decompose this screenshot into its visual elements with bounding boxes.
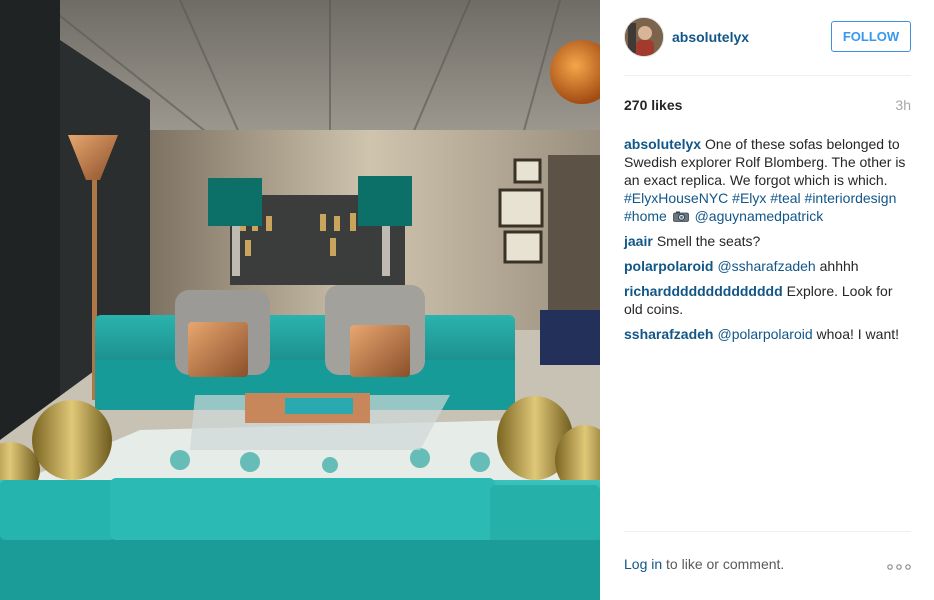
comment-username[interactable]: polarpolaroid (624, 258, 713, 274)
comment-item: richardddddddddddddd Explore. Look for ol… (624, 282, 911, 318)
post-photo[interactable] (0, 0, 600, 600)
divider (624, 75, 911, 76)
login-prompt-text: to like or comment. (662, 556, 785, 572)
comment-item: ssharafzadeh @polarpolaroid whoa! I want! (624, 325, 911, 343)
caption-username[interactable]: absolutelyx (624, 136, 701, 152)
login-link[interactable]: Log in (624, 556, 662, 572)
hashtag-link[interactable]: #Elyx (732, 190, 766, 206)
post-header: absolutelyx FOLLOW (624, 17, 911, 57)
comment-username[interactable]: richardddddddddddddd (624, 283, 783, 299)
comment-username[interactable]: ssharafzadeh (624, 326, 713, 342)
comment-text: ahhhh (819, 258, 859, 274)
post-footer: Log in to like or comment. (624, 556, 911, 574)
comment-text: whoa! I want! (816, 326, 900, 342)
hashtag-link[interactable]: #home (624, 208, 667, 224)
more-options-icon[interactable] (887, 559, 911, 570)
comment-list: absolutelyx One of these sofas belonged t… (624, 135, 911, 350)
post-time[interactable]: 3h (895, 97, 911, 113)
post-meta: 270 likes 3h (624, 97, 911, 115)
mention-link[interactable]: @aguynamedpatrick (695, 208, 824, 224)
likes-count[interactable]: 270 likes (624, 97, 682, 113)
camera-icon (672, 208, 689, 222)
username-link[interactable]: absolutelyx (672, 29, 749, 45)
comment-text: Smell the seats? (656, 233, 761, 249)
mention-link[interactable]: @ssharafzadeh (717, 258, 815, 274)
hashtag-link[interactable]: #interiordesign (805, 190, 897, 206)
hashtag-link[interactable]: #teal (770, 190, 800, 206)
follow-button[interactable]: FOLLOW (831, 21, 911, 52)
caption: absolutelyx One of these sofas belonged t… (624, 135, 911, 225)
mention-link[interactable]: @polarpolaroid (717, 326, 812, 342)
post-sidebar: absolutelyx FOLLOW 270 likes 3h absolute… (600, 0, 934, 600)
avatar[interactable] (624, 17, 664, 57)
comment-username[interactable]: jaair (624, 233, 653, 249)
comment-item: jaair Smell the seats? (624, 232, 911, 250)
hashtag-link[interactable]: #ElyxHouseNYC (624, 190, 728, 206)
interior-photo-illustration (0, 0, 600, 600)
comment-item: polarpolaroid @ssharafzadeh ahhhh (624, 257, 911, 275)
avatar-image (625, 18, 663, 56)
divider (624, 531, 911, 532)
